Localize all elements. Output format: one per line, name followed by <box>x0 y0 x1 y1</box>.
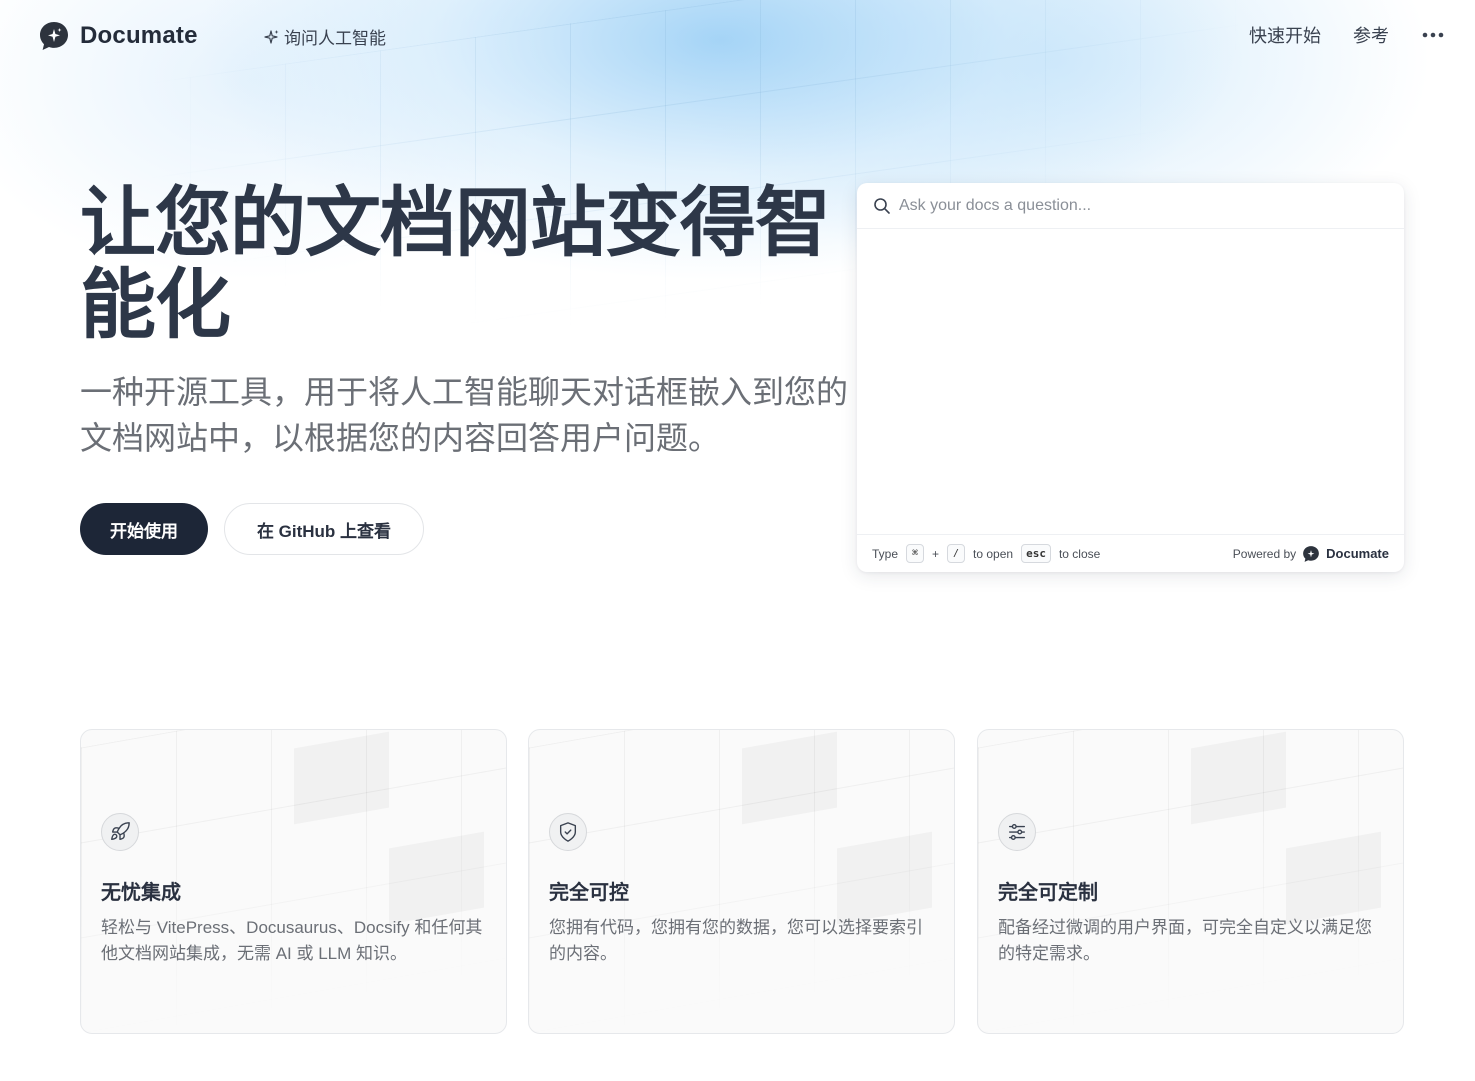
powered-by-label: Powered by <box>1232 546 1297 561</box>
nav-links: 快速开始 参考 <box>1249 22 1445 48</box>
documate-logo-icon <box>40 22 68 50</box>
get-started-button[interactable]: 开始使用 <box>80 503 208 555</box>
ask-ai-button[interactable]: 询问人工智能 <box>264 24 386 49</box>
widget-results-area <box>857 229 1404 535</box>
hint-type-label: Type <box>872 546 899 561</box>
sliders-icon <box>998 813 1036 851</box>
feature-card-control: 完全可控 您拥有代码，您拥有您的数据，您可以选择要索引的内容。 <box>528 729 955 1034</box>
feature-title: 无忧集成 <box>101 882 181 904</box>
more-menu-icon[interactable] <box>1421 23 1445 47</box>
hero-subtitle: 一种开源工具，用于将人工智能聊天对话框嵌入到您的文档网站中，以根据您的内容回答用… <box>80 374 849 456</box>
search-icon <box>874 197 890 214</box>
hero-title: 让您的文档网站变得智能化 <box>80 181 831 348</box>
nav-link-quickstart[interactable]: 快速开始 <box>1249 22 1321 48</box>
widget-footer: Type ⌘ + / to open esc to close Powered … <box>857 534 1404 572</box>
brand-logo-link[interactable]: Documate <box>38 20 198 52</box>
feature-description: 配备经过微调的用户界面，可完全自定义以满足您的特定需求。 <box>998 918 1372 963</box>
nav-link-reference[interactable]: 参考 <box>1353 22 1389 48</box>
slash-key: / <box>947 544 966 563</box>
hint-plus: + <box>932 546 940 561</box>
feature-card-customizable: 完全可定制 配备经过微调的用户界面，可完全自定义以满足您的特定需求。 <box>977 729 1404 1034</box>
brand-name: Documate <box>80 22 198 49</box>
feature-description: 轻松与 VitePress、Docusaurus、Docsify 和任何其他文档… <box>101 918 483 963</box>
esc-key: esc <box>1021 544 1051 563</box>
powered-by-brand: Documate <box>1326 546 1389 561</box>
cmd-key: ⌘ <box>906 544 925 563</box>
sparkle-icon <box>264 29 279 44</box>
feature-card-integration: 无忧集成 轻松与 VitePress、Docusaurus、Docsify 和任… <box>80 729 507 1034</box>
documate-small-logo-icon <box>1303 545 1320 562</box>
ask-ai-label: 询问人工智能 <box>284 29 386 48</box>
feature-title: 完全可定制 <box>998 882 1098 904</box>
hint-open-label: to open <box>973 546 1014 561</box>
keyboard-hint: Type ⌘ + / to open esc to close <box>872 544 1100 563</box>
widget-search-bar <box>857 183 1404 229</box>
top-nav: Documate 询问人工智能 快速开始 参考 <box>0 0 1475 72</box>
feature-title: 完全可控 <box>549 882 629 904</box>
docs-question-input[interactable] <box>899 196 1379 215</box>
rocket-icon <box>101 813 139 851</box>
feature-description: 您拥有代码，您拥有您的数据，您可以选择要索引的内容。 <box>549 918 923 963</box>
docs-search-widget: Type ⌘ + / to open esc to close Powered … <box>857 183 1404 572</box>
shield-check-icon <box>549 813 587 851</box>
hint-close-label: to close <box>1058 546 1101 561</box>
view-on-github-button[interactable]: 在 GitHub 上查看 <box>224 503 424 555</box>
powered-by-link[interactable]: Powered by Documate <box>1233 545 1389 563</box>
